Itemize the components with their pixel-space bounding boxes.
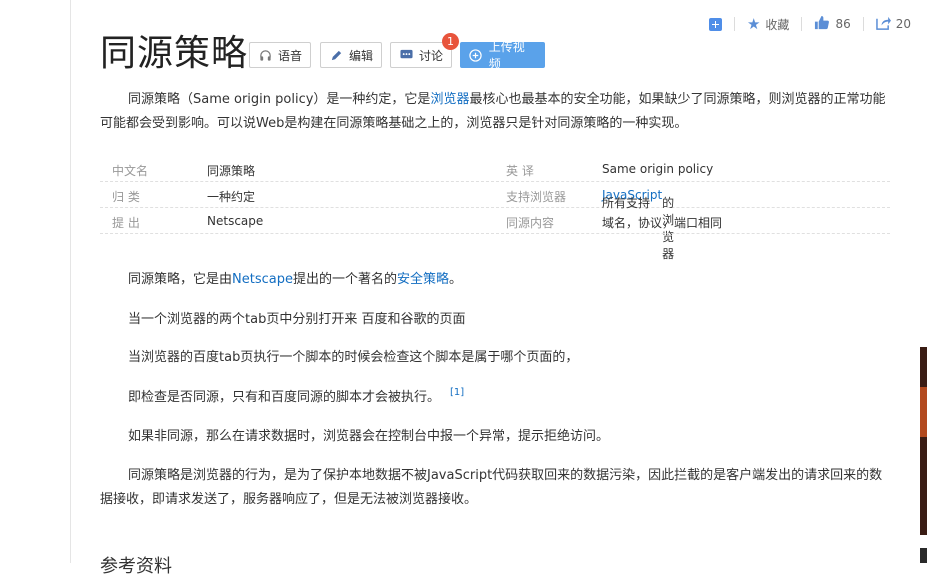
summary-text: 同源策略（Same origin policy）是一种约定，它是 bbox=[128, 92, 431, 107]
info-key: 提 出 bbox=[112, 216, 140, 230]
references-heading: 参考资料 bbox=[100, 556, 172, 577]
security-policy-link[interactable]: 安全策略 bbox=[397, 272, 449, 287]
info-key: 英 译 bbox=[506, 164, 534, 178]
netscape-link[interactable]: Netscape bbox=[232, 272, 293, 287]
info-value: 一种约定 bbox=[207, 190, 256, 204]
pencil-icon bbox=[329, 48, 343, 62]
info-key: 中文名 bbox=[112, 164, 149, 178]
star-icon: ★ bbox=[746, 14, 761, 33]
like-count: 86 bbox=[835, 17, 851, 31]
body-paragraph: 当浏览器的百度tab页执行一个脚本的时候会检查这个脚本是属于哪个页面的， bbox=[128, 350, 579, 365]
edit-label: 编辑 bbox=[349, 48, 374, 63]
voice-button[interactable]: 语音 bbox=[249, 42, 311, 68]
summary-paragraph: 同源策略（Same origin policy）是一种约定，它是浏览器最核心也最… bbox=[100, 88, 890, 136]
share-count: 20 bbox=[895, 17, 911, 31]
discuss-count-badge: 1 bbox=[442, 33, 459, 50]
info-row: 归 类 一种约定 支持浏览器 所有支持 JavaScript 的浏览器 bbox=[100, 182, 890, 261]
info-key: 同源内容 bbox=[506, 216, 555, 230]
info-value: 域名，协议，端口相同 bbox=[602, 216, 723, 230]
paragraph-text: 提出的一个著名的 bbox=[292, 272, 397, 287]
add-button[interactable] bbox=[708, 17, 722, 31]
body-paragraph: 如果非同源，那么在请求数据时，浏览器会在控制台中报一个异常，提示拒绝访问。 bbox=[128, 429, 610, 444]
plus-circle-icon bbox=[469, 48, 483, 62]
paragraph-text: 。 bbox=[449, 272, 463, 287]
body-paragraph: 当一个浏览器的两个tab页中分别打开来 百度和谷歌的页面 bbox=[128, 312, 466, 327]
body-paragraph: 同源策略是浏览器的行为，是为了保护本地数据不被JavaScript代码获取回来的… bbox=[100, 468, 883, 507]
voice-label: 语音 bbox=[278, 48, 303, 63]
divider bbox=[801, 17, 803, 31]
sidebar-image-thumbnail[interactable] bbox=[920, 347, 927, 535]
browser-link[interactable]: 浏览器 bbox=[430, 92, 469, 107]
page-title: 同源策略 bbox=[100, 33, 249, 74]
like-button[interactable]: 86 bbox=[814, 15, 851, 33]
favorite-button[interactable]: ★ 收藏 bbox=[747, 16, 789, 33]
paragraph-text: 同源策略，它是由 bbox=[128, 272, 233, 287]
paragraph-text: 即检查是否同源，只有和百度同源的脚本才会被执行。 bbox=[128, 390, 441, 405]
share-icon bbox=[875, 16, 891, 33]
discuss-label: 讨论 bbox=[419, 48, 444, 63]
favorite-label: 收藏 bbox=[765, 17, 790, 32]
info-key: 支持浏览器 bbox=[506, 190, 567, 204]
body-paragraph: 即检查是否同源，只有和百度同源的脚本才会被执行。 [1] bbox=[100, 386, 890, 411]
share-button[interactable]: 20 bbox=[875, 16, 911, 33]
reference-marker-link[interactable]: [1] bbox=[450, 387, 464, 398]
plus-icon bbox=[708, 17, 722, 31]
info-value: Same origin policy bbox=[602, 162, 714, 176]
info-value: Netscape bbox=[207, 214, 264, 228]
info-row: 中文名 同源策略 英 译 Same origin policy bbox=[100, 156, 890, 182]
upload-video-label: 上传视频 bbox=[488, 40, 525, 71]
upload-video-button[interactable]: 上传视频 bbox=[460, 40, 545, 71]
headphones-icon bbox=[258, 48, 272, 62]
basic-info-table: 中文名 同源策略 英 译 Same origin policy 归 类 一种约定… bbox=[100, 156, 890, 261]
info-value: 所有支持 JavaScript 的浏览器 bbox=[602, 188, 674, 261]
chat-icon bbox=[399, 48, 413, 62]
edit-button[interactable]: 编辑 bbox=[320, 42, 382, 68]
thumbs-up-icon bbox=[814, 15, 830, 33]
content-left-border bbox=[70, 0, 71, 563]
divider bbox=[862, 17, 864, 31]
body-paragraph: 同源策略，它是由Netscape提出的一个著名的安全策略。 bbox=[100, 268, 890, 292]
info-row: 提 出 Netscape 同源内容 域名，协议，端口相同 bbox=[100, 208, 890, 234]
info-key: 归 类 bbox=[112, 190, 140, 204]
info-value: 同源策略 bbox=[207, 164, 256, 178]
divider bbox=[733, 17, 735, 31]
sidebar-image-thumbnail[interactable] bbox=[920, 548, 927, 563]
article-actions: ★ 收藏 86 20 bbox=[697, 15, 911, 33]
